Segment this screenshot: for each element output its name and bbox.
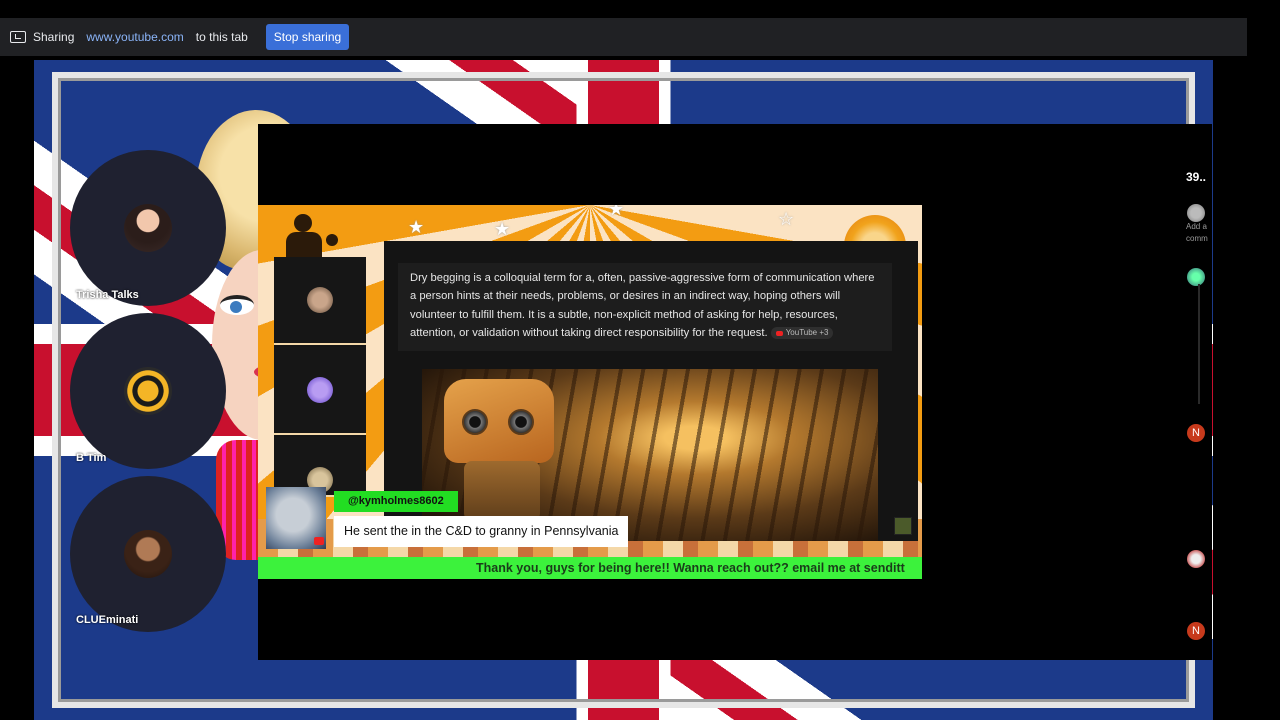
screen-share-icon <box>10 31 26 43</box>
youtube-icon <box>314 537 324 545</box>
robot-eye <box>462 409 488 435</box>
bee-avatar <box>124 367 172 415</box>
right-black-strip <box>1247 18 1280 720</box>
shared-site-link[interactable]: www.youtube.com <box>86 30 183 44</box>
source-chip: YouTube +3 <box>770 327 834 340</box>
sharing-suffix: to this tab <box>195 30 248 44</box>
robot-body <box>464 461 540 521</box>
star-decoration: ★ <box>408 217 425 237</box>
content-panel: Dry begging is a colloquial term for a, … <box>384 241 918 541</box>
tab-sharing-bar: Sharing www.youtube.com to this tab Stop… <box>0 18 1247 56</box>
robot-eye <box>508 409 534 435</box>
guest-camera-strip <box>274 257 366 497</box>
definition-text-box: Dry begging is a colloquial term for a, … <box>398 263 892 351</box>
chat-username: @kymholmes8602 <box>334 491 458 512</box>
corner-thumbnail <box>894 517 912 535</box>
avatar <box>1187 268 1205 286</box>
stop-sharing-button[interactable]: Stop sharing <box>265 24 350 50</box>
stream-frame: ★ ★ ★ ☆ Dry begging is a colloquial term… <box>258 205 922 579</box>
avatar <box>307 287 333 313</box>
chat-message: He sent the in the C&D to granny in Penn… <box>334 516 629 547</box>
avatar <box>124 530 172 578</box>
sharing-label: Sharing <box>33 30 75 44</box>
avatar <box>1187 550 1205 568</box>
participant-name: CLUEminati <box>76 614 139 626</box>
participant-name: B Tim <box>76 452 107 464</box>
silhouette-figures <box>286 210 346 262</box>
avatar <box>124 204 172 252</box>
commenter-badge: N <box>1187 622 1205 640</box>
viewer-count: 39.. <box>1186 170 1207 184</box>
star-decoration: ★ <box>608 205 625 219</box>
robot-head <box>444 379 554 463</box>
participant-tile-trisha[interactable] <box>70 150 226 306</box>
guest-camera <box>274 347 366 435</box>
avatar <box>307 377 333 403</box>
guest-camera <box>274 257 366 345</box>
participant-tile-btim[interactable] <box>70 313 226 469</box>
add-comment-prompt[interactable]: Add a comm <box>1186 221 1216 245</box>
avatar <box>1187 204 1205 222</box>
star-decoration: ☆ <box>778 209 795 229</box>
participant-tile-clueminati[interactable] <box>70 476 226 632</box>
scrolling-ticker: Thank you, guys for being here!! Wanna r… <box>258 557 922 579</box>
star-decoration: ★ <box>494 219 511 239</box>
commenter-badge: N <box>1187 424 1205 442</box>
rail-divider <box>1198 284 1200 404</box>
top-black-strip <box>0 0 1280 18</box>
participant-name: Trisha Talks <box>76 289 139 301</box>
cartoon-woman-eye <box>220 295 254 315</box>
comment-rail: 39.. Add a comm N N <box>1178 124 1212 660</box>
